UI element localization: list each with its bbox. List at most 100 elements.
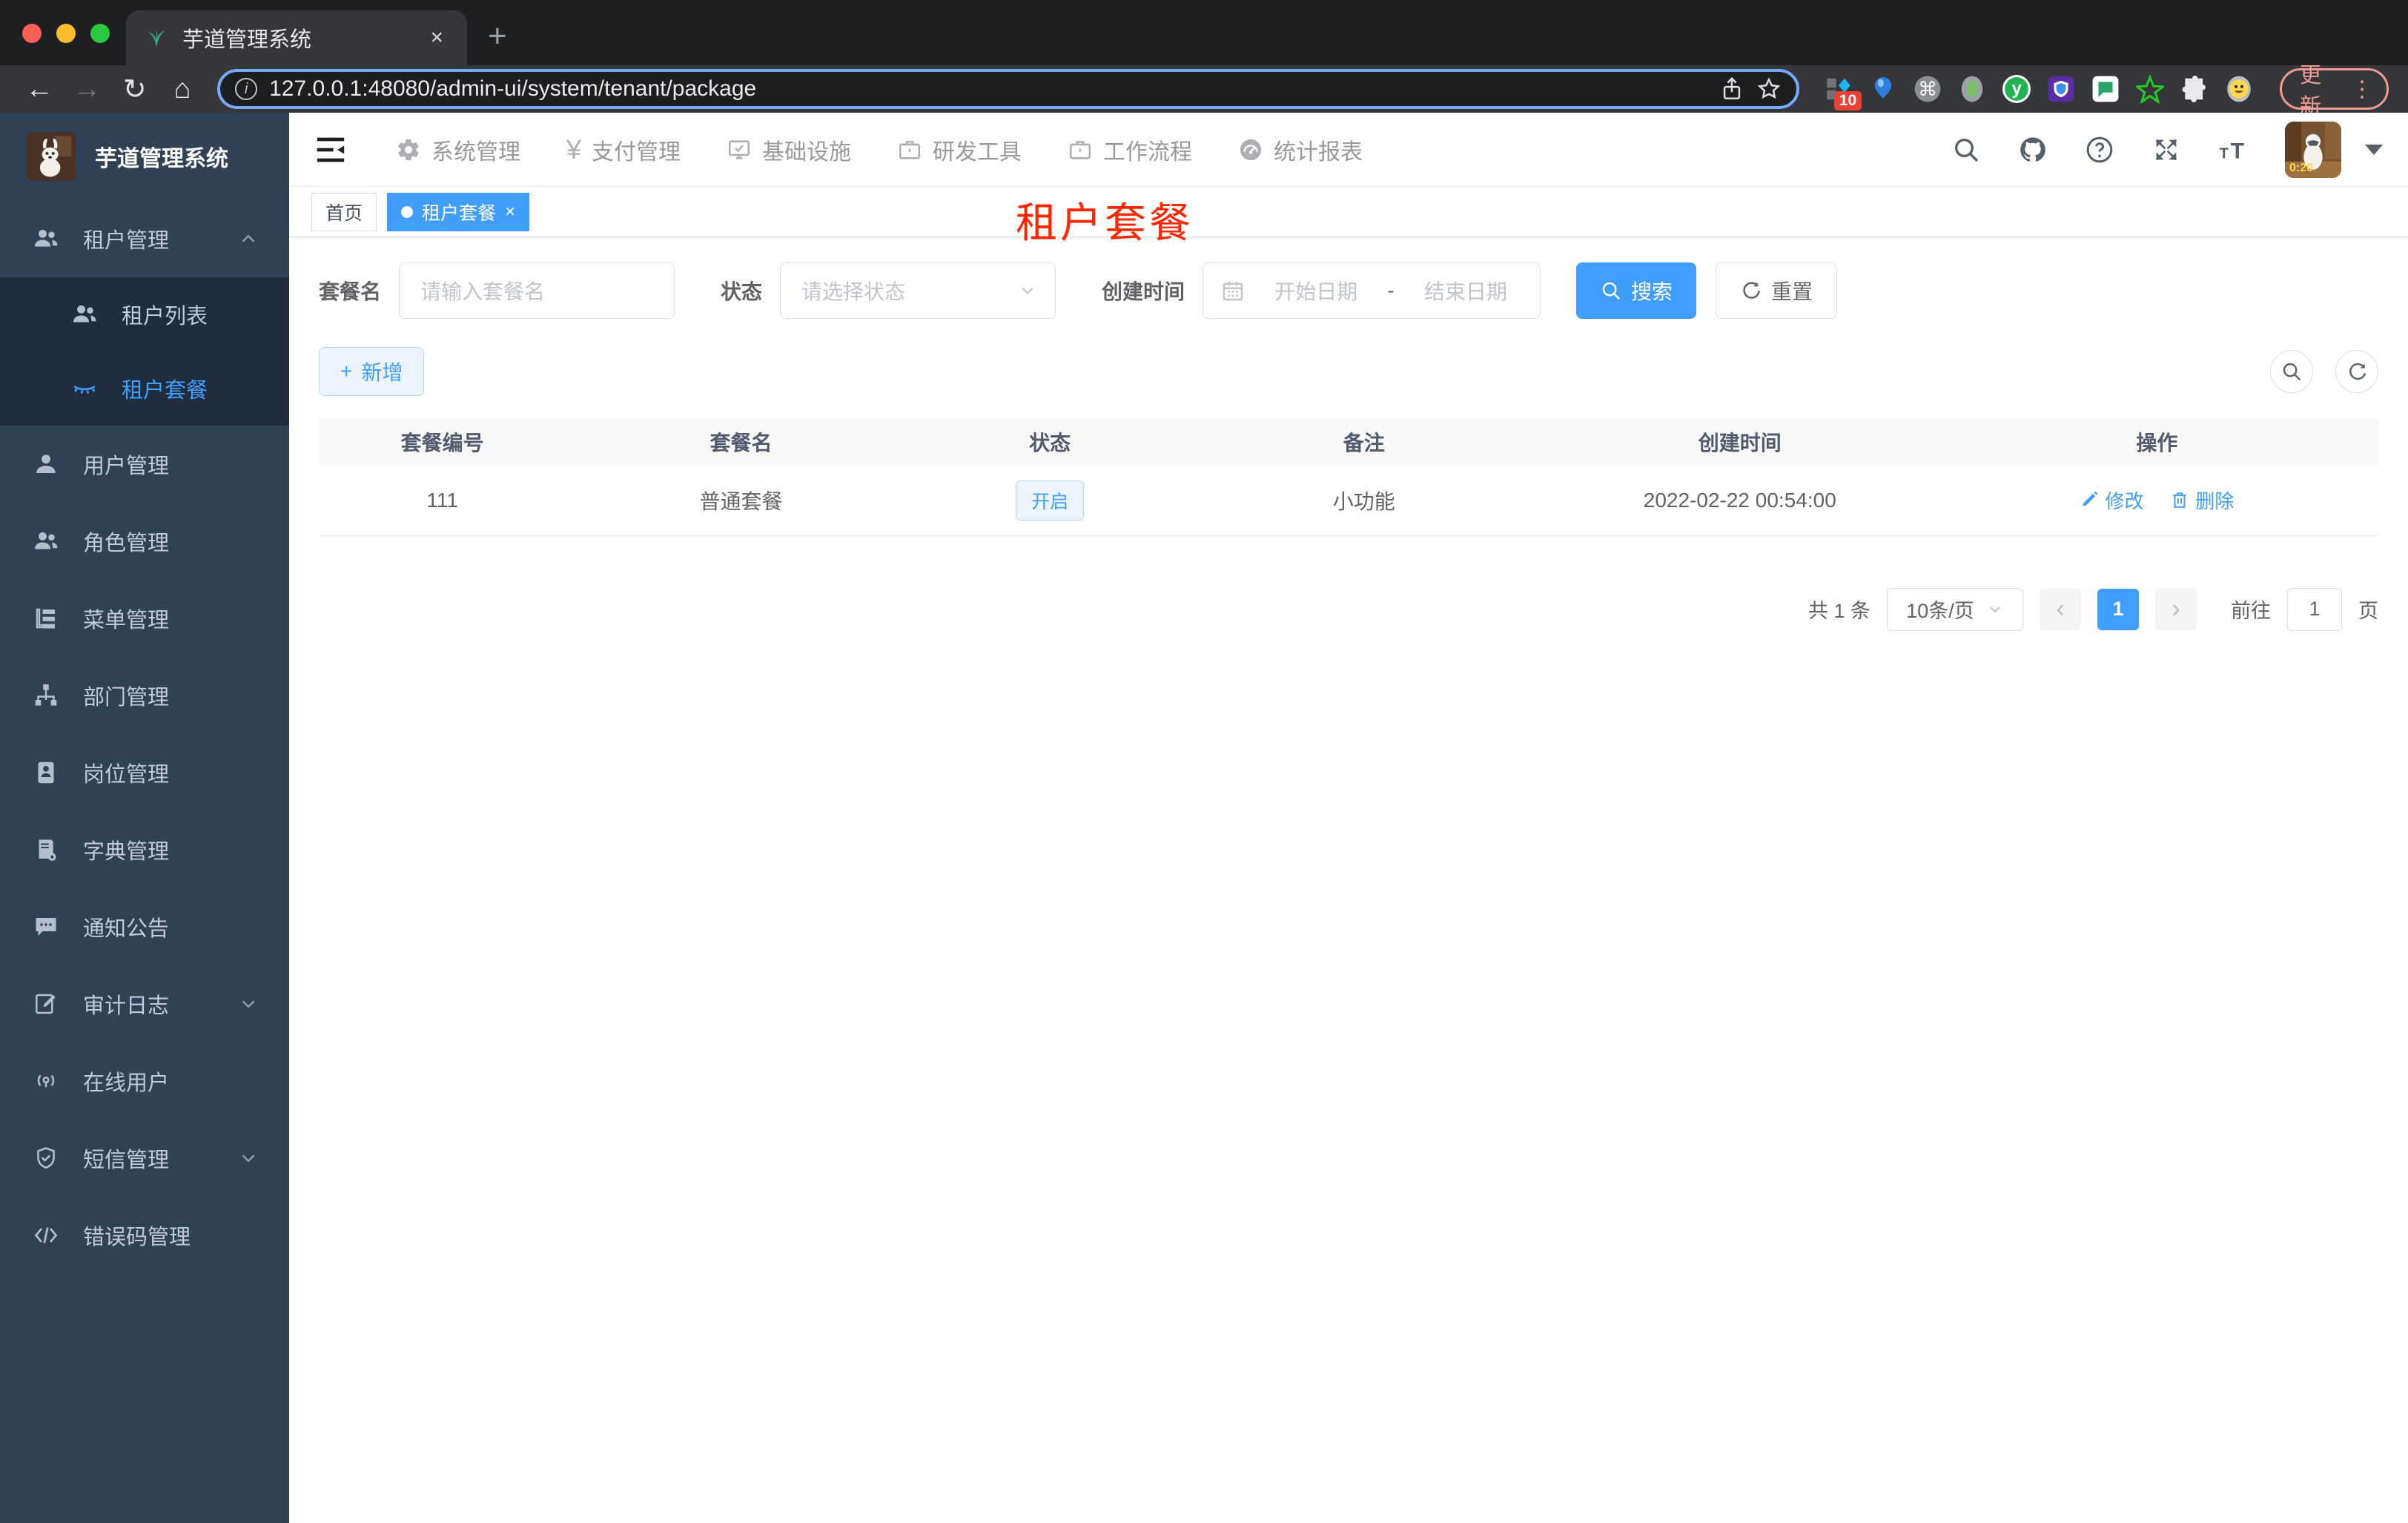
page-size-select[interactable]: 10条/页 [1887, 587, 2023, 631]
nav-system-management[interactable]: 系统管理 [396, 133, 520, 166]
chrome-menu-icon[interactable]: ⋮ [2351, 76, 2373, 102]
extension-chat-icon[interactable] [2091, 75, 2120, 103]
svg-text:T: T [2231, 139, 2244, 163]
minimize-window-button[interactable] [56, 24, 76, 43]
refresh-icon [1743, 282, 1760, 299]
extension-dot-icon[interactable] [1958, 75, 1986, 103]
extension-y-icon[interactable]: y [2002, 75, 2031, 103]
reload-icon[interactable]: ↻ [115, 73, 155, 106]
page-unit-label: 页 [2358, 600, 2378, 622]
select-placeholder: 请选择状态 [801, 280, 906, 303]
sidebar-item-menu-management[interactable]: 菜单管理 [0, 580, 289, 657]
sidebar-logo[interactable]: 芋道管理系统 [0, 113, 289, 200]
sidebar-item-notice[interactable]: 通知公告 [0, 888, 289, 965]
current-page[interactable]: 1 [2097, 588, 2139, 630]
show-search-button[interactable] [2270, 350, 2313, 393]
forward-icon[interactable]: → [67, 73, 107, 105]
sidebar-item-tenant-list[interactable]: 租户列表 [0, 277, 289, 351]
zoom-window-button[interactable] [90, 24, 110, 43]
sidebar-item-sms-management[interactable]: 短信管理 [0, 1120, 289, 1197]
nav-infrastructure[interactable]: 基础设施 [727, 133, 851, 166]
nav-workflow[interactable]: 工作流程 [1068, 133, 1192, 166]
close-window-button[interactable] [22, 24, 42, 43]
tag-home[interactable]: 首页 [311, 192, 377, 231]
chevron-down-icon [1022, 287, 1033, 294]
goto-page-input[interactable]: 1 [2287, 587, 2342, 631]
table-header-row: 套餐编号 套餐名 状态 备注 创建时间 操作 [319, 418, 2378, 466]
add-button[interactable]: + 新增 [319, 347, 425, 396]
date-range-picker[interactable]: 开始日期 - 结束日期 [1203, 262, 1541, 319]
delete-label: 删除 [2195, 489, 2235, 512]
sidebar-item-dept-management[interactable]: 部门管理 [0, 657, 289, 734]
back-icon[interactable]: ← [19, 73, 59, 105]
nav-payment-management[interactable]: ¥ 支付管理 [566, 133, 681, 166]
help-icon[interactable] [2085, 135, 2114, 165]
search-button[interactable]: 搜索 [1576, 262, 1697, 319]
user-avatar[interactable]: 0:20 [2285, 121, 2341, 178]
status-badge[interactable]: 开启 [1016, 480, 1085, 521]
status-select[interactable]: 请选择状态 [780, 262, 1056, 319]
prev-page-button[interactable]: ‹ [2040, 588, 2081, 630]
log-edit-icon [35, 994, 56, 1014]
url-text[interactable]: 127.0.0.1:48080/admin-ui/system/tenant/p… [269, 76, 1707, 102]
address-bar[interactable]: i 127.0.0.1:48080/admin-ui/system/tenant… [217, 69, 1800, 109]
share-icon[interactable] [1719, 76, 1744, 102]
extension-command-icon[interactable]: ⌘ [1914, 75, 1942, 103]
extension-star-icon[interactable] [2136, 75, 2165, 103]
sidebar-item-user-management[interactable]: 用户管理 [0, 426, 289, 503]
extensions-strip: 10 ⌘ y [1825, 75, 2253, 110]
sidebar-item-post-management[interactable]: 岗位管理 [0, 734, 289, 811]
briefcase-icon [899, 140, 921, 159]
bookmark-star-icon[interactable] [1756, 76, 1782, 102]
search-icon[interactable] [1951, 135, 1981, 165]
app-header: 系统管理 ¥ 支付管理 基础设施 研发工具 工作流程 统计报表 T T 0:20 [289, 113, 2408, 187]
github-icon[interactable] [2018, 135, 2048, 165]
favicon-leaf-icon [148, 29, 165, 47]
delete-link[interactable]: 删除 [2170, 486, 2234, 514]
nav-dev-tools[interactable]: 研发工具 [897, 133, 1022, 166]
cell-status: 开启 [916, 466, 1184, 536]
new-tab-button[interactable]: + [488, 18, 507, 55]
profile-smiley-icon[interactable] [2225, 75, 2253, 103]
tab-close-icon[interactable]: × [424, 25, 449, 50]
sidebar-item-tenant-management[interactable]: 租户管理 [0, 200, 289, 277]
extension-diamond-icon[interactable]: 10 [1825, 75, 1862, 110]
extension-badge: 10 [1833, 91, 1862, 110]
next-page-button[interactable]: › [2155, 588, 2197, 630]
extension-shield-icon[interactable] [2047, 75, 2075, 103]
package-name-input[interactable]: 请输入套餐名 [399, 262, 675, 319]
end-date-placeholder[interactable]: 结束日期 [1409, 276, 1522, 305]
sidebar-item-label: 租户套餐 [122, 379, 208, 403]
tag-tenant-package[interactable]: 租户套餐 × [387, 192, 530, 231]
sidebar-item-label: 用户管理 [83, 455, 170, 478]
tag-close-icon[interactable]: × [505, 202, 515, 222]
sidebar-item-online-users[interactable]: 在线用户 [0, 1043, 289, 1120]
nav-report[interactable]: 统计报表 [1238, 133, 1363, 166]
edit-link[interactable]: 修改 [2080, 486, 2143, 514]
input-placeholder: 请输入套餐名 [420, 280, 546, 303]
sidebar-item-role-management[interactable]: 角色管理 [0, 503, 289, 580]
sidebar-item-tenant-package[interactable]: 租户套餐 [0, 351, 289, 426]
refresh-table-button[interactable] [2335, 350, 2378, 393]
extension-balloon-icon[interactable] [1869, 75, 1897, 103]
yen-icon: ¥ [566, 133, 582, 165]
sidebar-item-audit-log[interactable]: 审计日志 [0, 965, 289, 1043]
chrome-update-button[interactable]: 更新 ⋮ [2280, 64, 2389, 119]
reset-button[interactable]: 重置 [1716, 262, 1838, 319]
fullscreen-icon[interactable] [2151, 135, 2181, 165]
message-icon [36, 918, 56, 936]
sidebar-item-dict-management[interactable]: 字典管理 [0, 811, 289, 888]
home-icon[interactable]: ⌂ [162, 73, 202, 105]
sidebar-item-error-code[interactable]: 错误码管理 [0, 1197, 289, 1274]
font-size-icon[interactable]: T T [2218, 135, 2248, 165]
active-dot [401, 205, 414, 218]
avatar-caret-icon[interactable] [2365, 144, 2383, 155]
browser-window: 芋道管理系统 × + ← → ↻ ⌂ i 127.0.0.1:48080/adm… [0, 0, 2408, 1523]
tab-title: 芋道管理系统 [182, 28, 312, 52]
start-date-placeholder[interactable]: 开始日期 [1260, 276, 1372, 305]
browser-tab[interactable]: 芋道管理系统 × [126, 10, 467, 65]
peoples-icon [35, 532, 58, 549]
puzzle-extensions-icon[interactable] [2180, 75, 2209, 103]
site-info-icon[interactable]: i [235, 78, 258, 100]
collapse-sidebar-icon[interactable] [314, 135, 347, 165]
